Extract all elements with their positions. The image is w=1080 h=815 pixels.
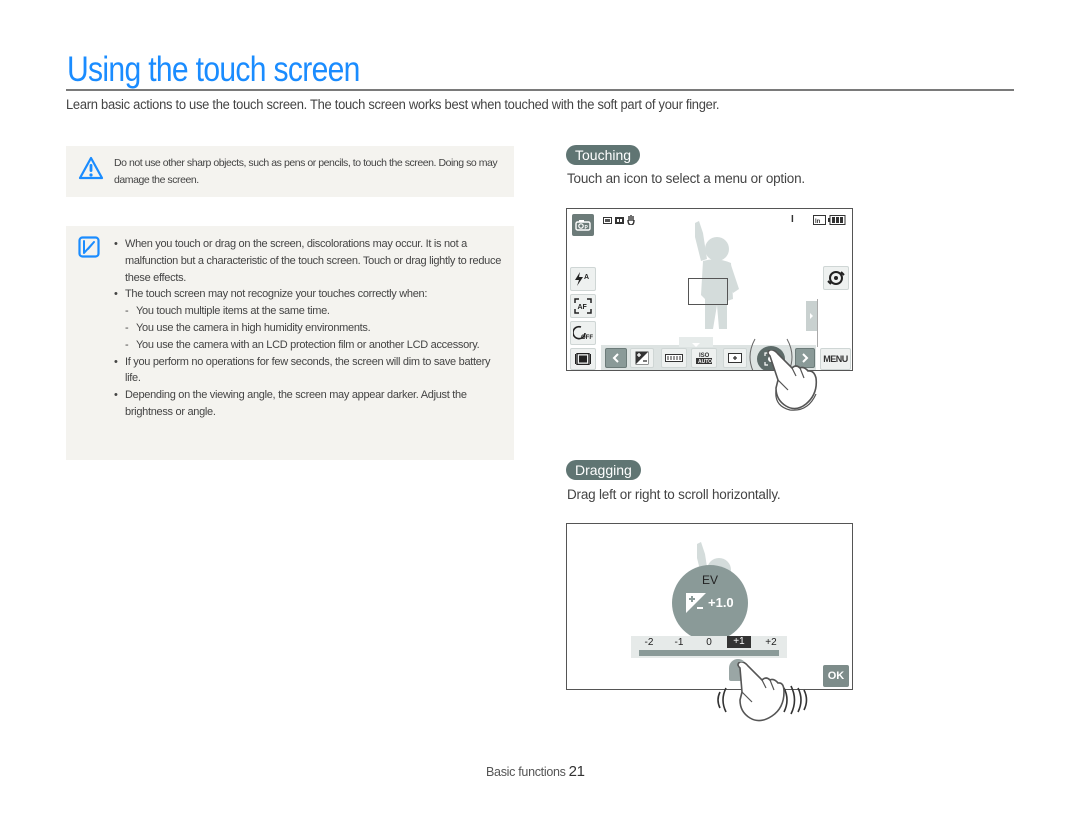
strip-wb-button[interactable] (661, 348, 687, 368)
note-subitem: You use the camera with an LCD protectio… (114, 337, 504, 354)
flash-auto-button[interactable]: A (570, 267, 596, 291)
page-footer: Basic functions 21 (486, 763, 585, 780)
dragging-heading: Dragging (566, 460, 641, 480)
stabilizer-hand-icon (627, 215, 635, 225)
prev-icon (612, 353, 619, 363)
ev-indicator: EV +1.0 (672, 565, 748, 641)
display-icon (575, 353, 591, 365)
ev-icon (686, 593, 706, 613)
menu-button[interactable]: MENU (820, 348, 851, 370)
note-subitem: You touch multiple items at the same tim… (114, 303, 504, 320)
strip-iso-button[interactable]: ISO AUTO (691, 348, 717, 368)
svg-text:AUTO: AUTO (698, 359, 712, 365)
ok-button[interactable]: OK (823, 665, 849, 687)
caution-box: Do not use other sharp objects, such as … (66, 146, 514, 197)
autofocus-icon: AF (574, 298, 592, 314)
strip-ev-button[interactable] (630, 348, 654, 368)
white-balance-icon (665, 354, 683, 362)
dual-is-button[interactable] (823, 266, 849, 290)
ev-scale-label-selected: +1 (727, 636, 751, 648)
autofocus-button[interactable]: AF (570, 294, 596, 318)
panel-divider (817, 299, 818, 347)
ev-scale-label: -2 (644, 637, 654, 648)
camera-mode-button[interactable]: P (572, 214, 594, 236)
quality-icon (615, 217, 624, 224)
strip-handle[interactable] (679, 337, 713, 347)
side-panel-handle[interactable] (806, 301, 817, 331)
timer-off-icon: OFF (573, 325, 593, 341)
warning-triangle-icon (78, 156, 104, 180)
svg-text:AF: AF (578, 304, 588, 311)
flash-auto-icon: A (575, 272, 589, 286)
note-item: The touch screen may not recognize your … (114, 286, 504, 303)
ev-scale-label: -1 (674, 637, 684, 648)
chevron-right-icon (810, 313, 813, 319)
iso-auto-icon: ISOAUTO (696, 353, 712, 365)
svg-text:OFF: OFF (581, 335, 593, 341)
page-title: Using the touch screen (67, 50, 360, 89)
ev-scale-label: +2 (765, 637, 777, 648)
touching-heading: Touching (566, 145, 641, 165)
tap-hand-icon (767, 350, 818, 411)
battery-full-icon (828, 215, 846, 225)
note-item: If you perform no operations for few sec… (114, 354, 504, 388)
caution-text: Do not use other sharp objects, such as … (114, 157, 498, 186)
metering-icon (728, 353, 742, 363)
internal-memory-icon: In (813, 215, 826, 225)
ev-icon (635, 351, 649, 365)
image-size-icon (603, 217, 612, 224)
svg-text:A: A (584, 274, 589, 281)
intro-text: Learn basic actions to use the touch scr… (66, 97, 720, 112)
drag-hand-icon (717, 662, 808, 722)
note-box: When you touch or drag on the screen, di… (66, 226, 514, 460)
ev-title: EV (701, 573, 718, 587)
af-frame (688, 278, 728, 305)
camera-screen-touching: P I In A AF OFF MENU ISO AUTO (566, 208, 853, 371)
dragging-description: Drag left or right to scroll horizontall… (567, 487, 781, 502)
display-button[interactable] (570, 348, 596, 370)
note-pencil-icon (78, 236, 100, 258)
page-number: 21 (568, 763, 585, 780)
touching-description: Touch an icon to select a menu or option… (567, 171, 805, 186)
title-divider (66, 89, 1014, 91)
camera-program-icon: P (575, 220, 591, 231)
strip-prev-button[interactable] (605, 348, 627, 368)
strip-metering-button[interactable] (723, 348, 747, 368)
note-item: Depending on the viewing angle, the scre… (114, 387, 504, 421)
note-list: When you touch or drag on the screen, di… (114, 236, 504, 421)
footer-section: Basic functions (486, 765, 566, 779)
note-subitem: You use the camera in high humidity envi… (114, 320, 504, 337)
dual-is-icon (827, 271, 845, 285)
shot-count: I (791, 214, 794, 225)
timer-button[interactable]: OFF (570, 321, 596, 345)
note-item: When you touch or drag on the screen, di… (114, 236, 504, 286)
ev-slider-track[interactable] (639, 650, 779, 662)
ev-scale-label: 0 (706, 637, 712, 648)
svg-text:In: In (815, 219, 821, 225)
ev-value: +1.0 (708, 595, 734, 610)
